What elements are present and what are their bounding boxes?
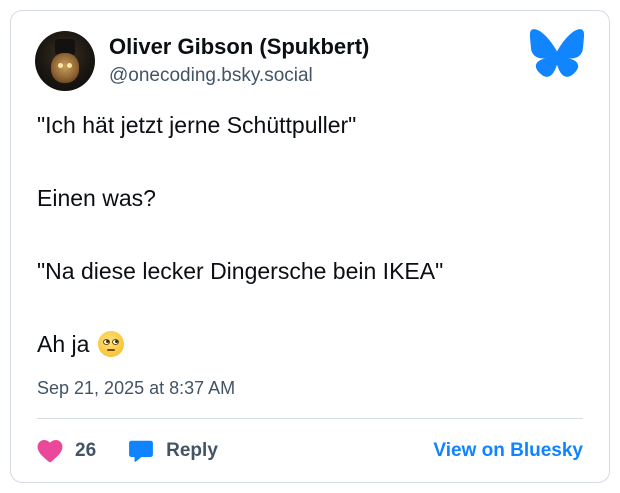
author-display-name[interactable]: Oliver Gibson (Spukbert)	[109, 33, 369, 61]
divider	[37, 418, 583, 419]
post-timestamp[interactable]: Sep 21, 2025 at 8:37 AM	[37, 378, 235, 399]
post-line-3: "Na diese lecker Dingersche bein IKEA"	[37, 258, 444, 284]
speech-bubble-icon	[129, 440, 154, 462]
heart-icon	[37, 439, 63, 463]
post-body: "Ich hät jetzt jerne Schüttpuller" Einen…	[37, 111, 587, 359]
like-count: 26	[75, 440, 97, 461]
post-footer: 26 Reply View on Bluesky	[37, 436, 583, 466]
view-on-bluesky-link[interactable]: View on Bluesky	[433, 440, 583, 462]
post-line-2: Einen was?	[37, 185, 156, 211]
like-button[interactable]: 26	[37, 439, 96, 463]
rolling-eyes-emoji-icon	[97, 331, 124, 357]
bluesky-butterfly-icon[interactable]	[529, 27, 585, 79]
reply-button[interactable]: Reply	[128, 438, 218, 464]
post-line-4-text: Ah ja	[37, 331, 90, 357]
reply-label: Reply	[166, 440, 218, 461]
post-line-1: "Ich hät jetzt jerne Schüttpuller"	[37, 112, 357, 138]
author-info: Oliver Gibson (Spukbert) @onecoding.bsky…	[109, 33, 369, 89]
post-header: Oliver Gibson (Spukbert) @onecoding.bsky…	[35, 31, 369, 91]
post-line-4: Ah ja	[37, 330, 587, 359]
post-card: Oliver Gibson (Spukbert) @onecoding.bsky…	[10, 10, 610, 483]
author-handle[interactable]: @onecoding.bsky.social	[109, 63, 369, 89]
avatar[interactable]	[35, 31, 95, 91]
